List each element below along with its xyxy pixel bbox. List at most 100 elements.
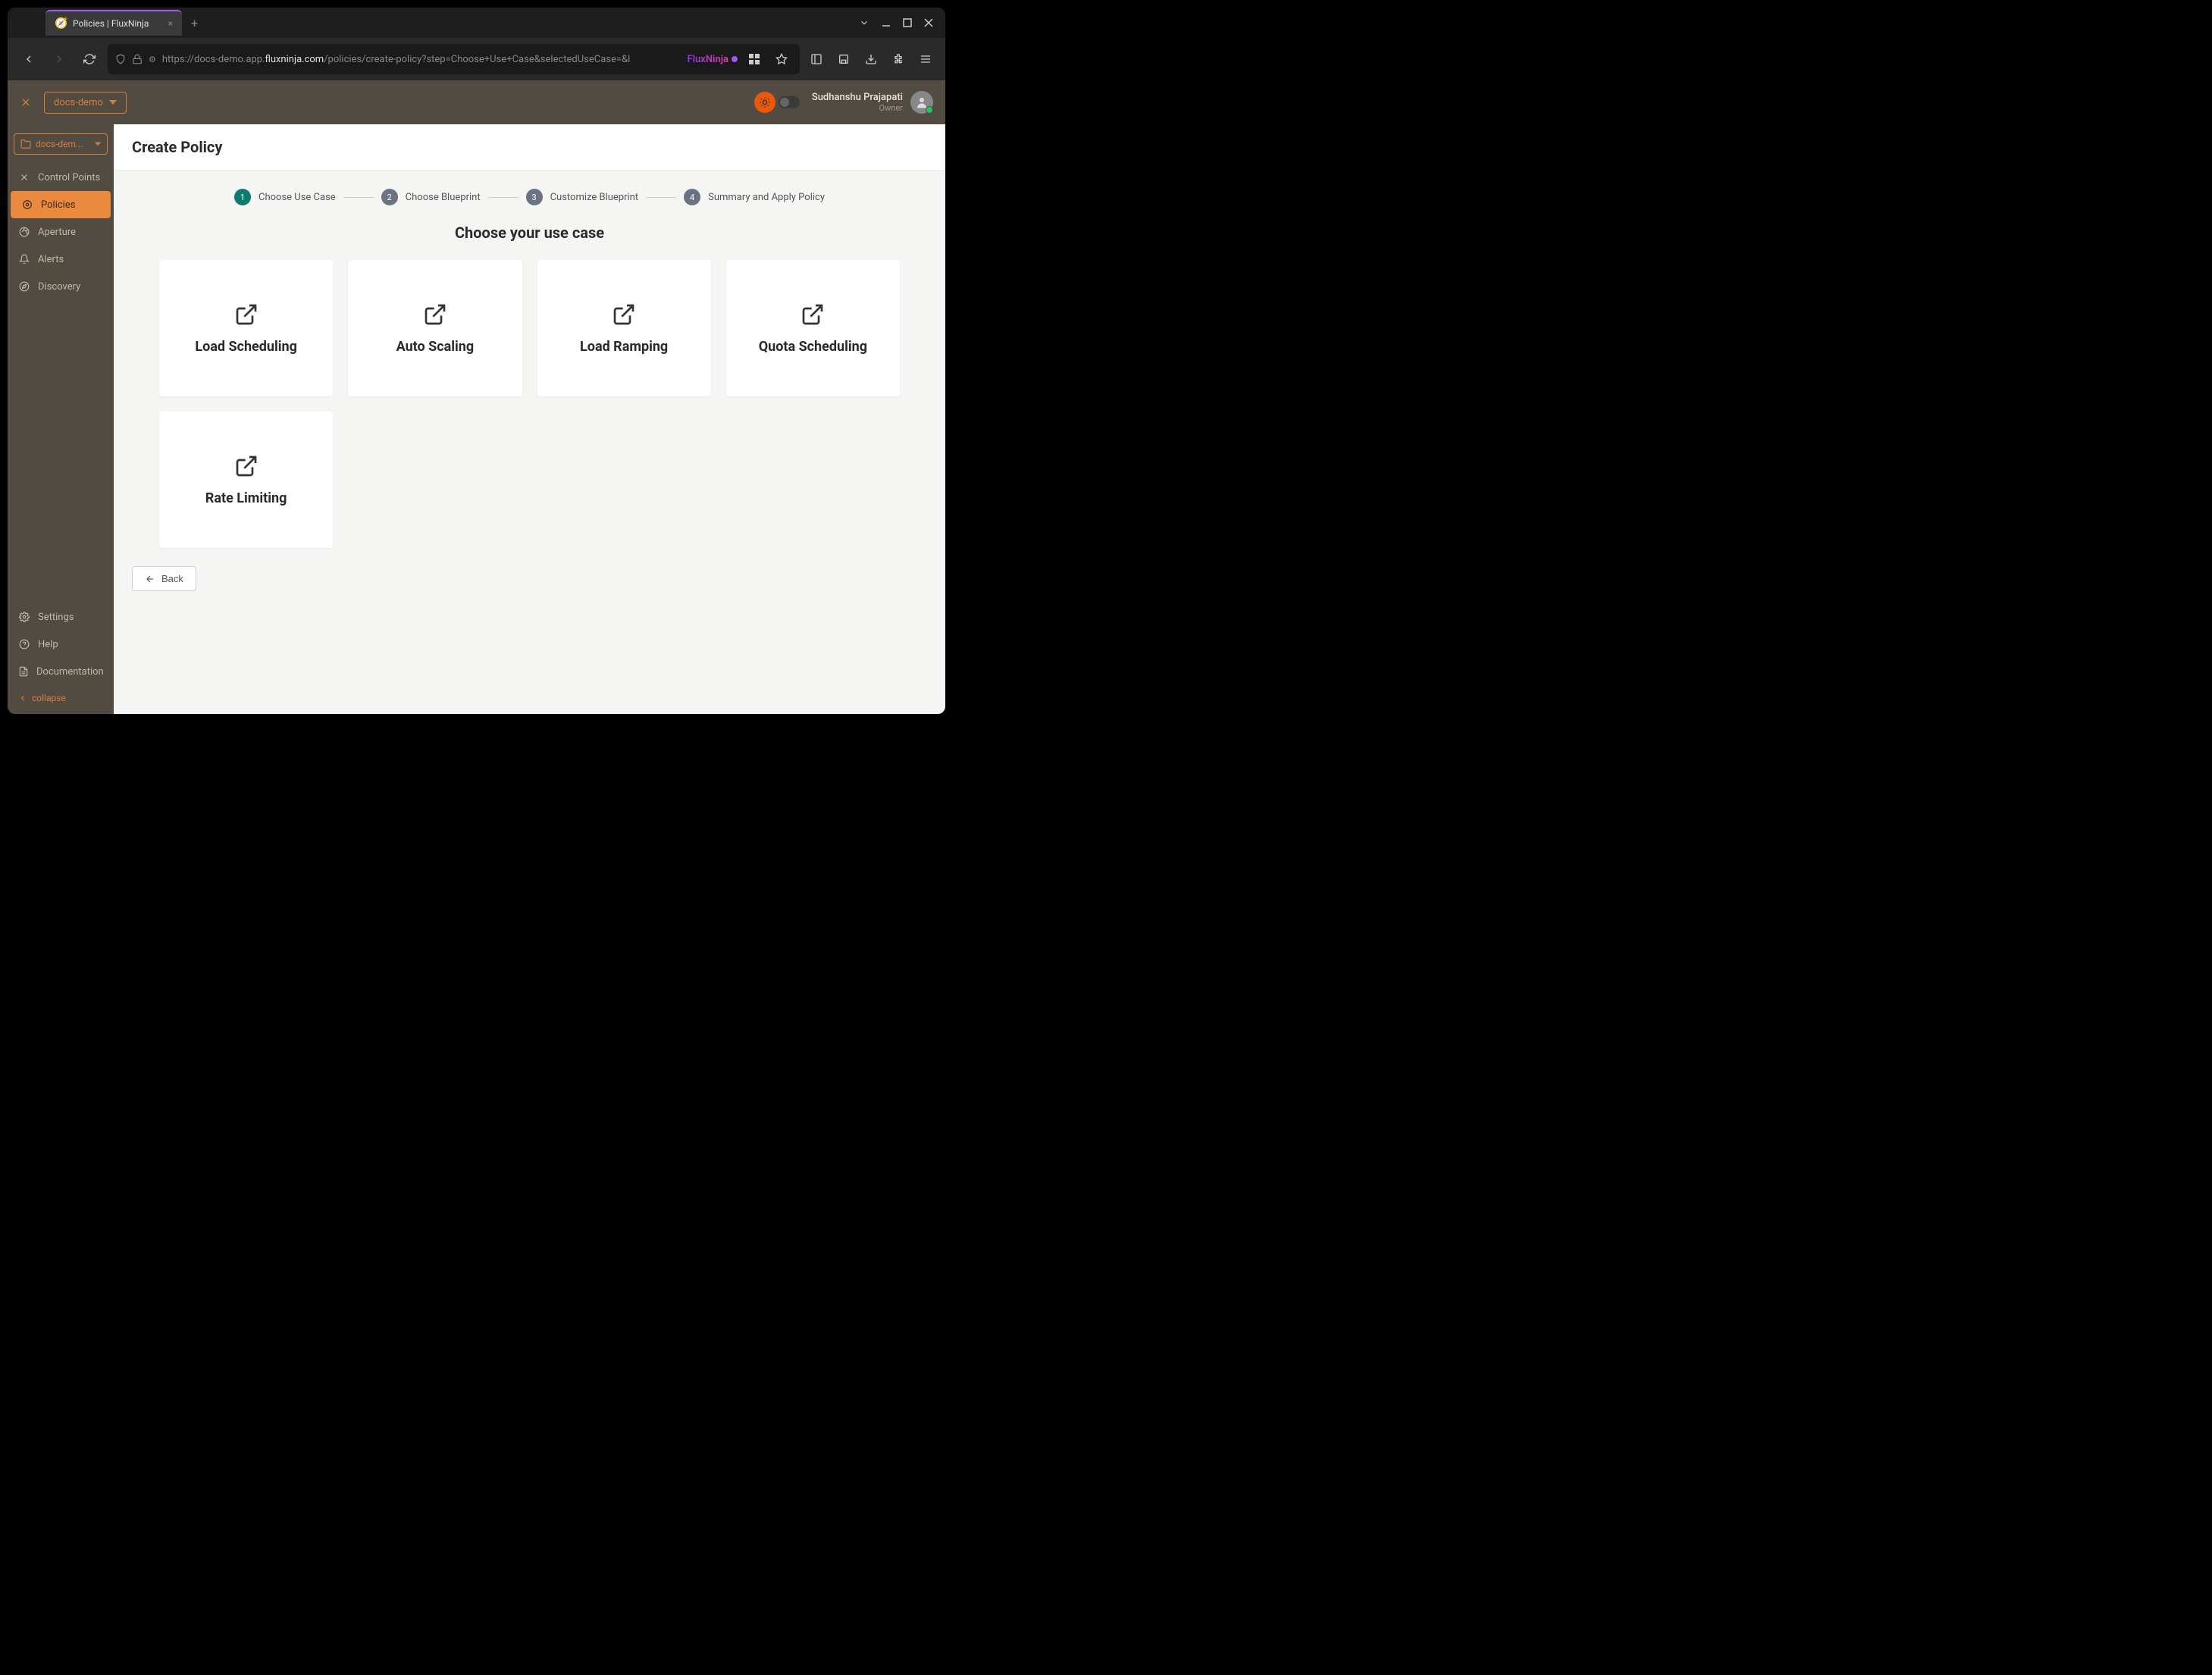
window-maximize-icon[interactable] [903, 18, 912, 27]
compass-icon [18, 280, 30, 293]
step-3[interactable]: 3 Customize Blueprint [526, 189, 639, 205]
shield-icon[interactable] [115, 54, 126, 64]
sidebar-item-label: Documentation [36, 666, 104, 678]
folder-icon [20, 139, 31, 149]
address-bar-row: ⚙ https://docs-demo.app.fluxninja.com/po… [8, 38, 945, 80]
step-label: Choose Blueprint [406, 192, 481, 203]
sidebar-item-control-points[interactable]: Control Points [8, 164, 114, 191]
user-info[interactable]: Sudhanshu Prajapati Owner [812, 91, 933, 114]
browser-forward-button[interactable] [47, 47, 71, 71]
use-case-grid: Load Scheduling Auto Scaling Load Rampin… [114, 260, 945, 548]
lock-icon[interactable] [132, 54, 143, 64]
step-connector [488, 197, 519, 198]
tab-title: Policies | FluxNinja [73, 18, 149, 29]
collapse-label: collapse [32, 693, 66, 703]
sidebar-item-label: Aperture [38, 227, 76, 238]
step-number: 4 [684, 189, 700, 205]
sidebar-item-documentation[interactable]: Documentation [8, 658, 114, 685]
reader-icon[interactable] [806, 49, 827, 70]
use-case-card-auto-scaling[interactable]: Auto Scaling [348, 260, 522, 396]
step-number: 2 [381, 189, 398, 205]
use-case-card-quota-scheduling[interactable]: Quota Scheduling [726, 260, 900, 396]
new-tab-button[interactable]: + [182, 10, 207, 36]
external-link-icon [801, 302, 825, 327]
chevron-down-icon [109, 99, 117, 106]
main-content: Create Policy 1 Choose Use Case 2 Choose… [114, 124, 945, 714]
document-icon [18, 665, 29, 678]
external-link-icon [612, 302, 636, 327]
step-4[interactable]: 4 Summary and Apply Policy [684, 189, 825, 205]
step-1[interactable]: 1 Choose Use Case [234, 189, 336, 205]
external-link-icon [234, 454, 258, 478]
grid-icon[interactable] [744, 49, 765, 70]
page-title: Create Policy [132, 138, 927, 156]
browser-back-button[interactable] [17, 47, 41, 71]
bookmark-icon[interactable] [771, 49, 792, 70]
content-header: Create Policy [114, 124, 945, 171]
download-icon[interactable] [860, 49, 882, 70]
permissions-icon[interactable]: ⚙ [149, 55, 156, 64]
step-label: Choose Use Case [258, 192, 336, 203]
sidebar-item-label: Policies [41, 199, 75, 211]
browser-tab-bar: 🧭 Policies | FluxNinja × + [8, 8, 945, 38]
step-label: Customize Blueprint [550, 192, 639, 203]
tab-close-icon[interactable]: × [168, 18, 173, 29]
section-title: Choose your use case [114, 224, 945, 242]
control-points-icon [18, 171, 30, 183]
sun-icon [754, 92, 775, 113]
sidebar-item-alerts[interactable]: Alerts [8, 246, 114, 273]
window-minimize-icon[interactable] [882, 18, 891, 27]
sidebar-item-policies[interactable]: Policies [11, 191, 111, 218]
app-header: docs-demo Sudhanshu Prajapati Owner [8, 80, 945, 124]
sidebar-item-label: Settings [38, 612, 74, 623]
step-label: Summary and Apply Policy [708, 192, 825, 203]
project-name: docs-demo [54, 97, 103, 108]
use-case-card-load-ramping[interactable]: Load Ramping [537, 260, 711, 396]
arrow-left-icon [145, 574, 155, 584]
step-connector [343, 197, 374, 198]
theme-toggle[interactable] [754, 92, 800, 113]
folder-selector[interactable]: docs-dem... [14, 133, 108, 155]
step-number: 1 [234, 189, 251, 205]
project-selector[interactable]: docs-demo [44, 92, 127, 114]
card-title: Load Scheduling [195, 339, 297, 355]
card-title: Rate Limiting [205, 490, 287, 506]
window-close-icon[interactable] [924, 18, 933, 27]
tabs-dropdown-icon[interactable] [859, 17, 869, 28]
sidebar-item-discovery[interactable]: Discovery [8, 273, 114, 300]
window-controls [859, 17, 945, 28]
card-title: Auto Scaling [396, 339, 475, 355]
sidebar-item-label: Help [38, 639, 58, 650]
browser-tab[interactable]: 🧭 Policies | FluxNinja × [45, 10, 182, 36]
bell-icon [18, 253, 30, 265]
sidebar-item-settings[interactable]: Settings [8, 603, 114, 631]
use-case-card-load-scheduling[interactable]: Load Scheduling [159, 260, 333, 396]
gear-icon [18, 611, 30, 623]
extensions-icon[interactable] [888, 49, 909, 70]
save-page-icon[interactable] [833, 49, 854, 70]
menu-icon[interactable] [915, 49, 936, 70]
browser-reload-button[interactable] [77, 47, 102, 71]
external-link-icon [234, 302, 258, 327]
back-button[interactable]: Back [132, 566, 196, 591]
folder-name: docs-dem... [36, 139, 90, 149]
sidebar-item-aperture[interactable]: Aperture [8, 218, 114, 246]
toggle-track [779, 96, 800, 108]
card-title: Quota Scheduling [759, 339, 867, 355]
sidebar-item-help[interactable]: Help [8, 631, 114, 658]
external-link-icon [423, 302, 447, 327]
card-title: Load Ramping [580, 339, 668, 355]
use-case-card-rate-limiting[interactable]: Rate Limiting [159, 412, 333, 548]
step-2[interactable]: 2 Choose Blueprint [381, 189, 481, 205]
sidebar-item-label: Alerts [38, 254, 64, 265]
sidebar-collapse-button[interactable]: collapse [8, 685, 114, 711]
tab-favicon-icon: 🧭 [55, 17, 67, 30]
chevron-left-icon [18, 693, 27, 703]
step-number: 3 [526, 189, 543, 205]
sidebar-item-label: Discovery [38, 281, 80, 293]
sidebar-item-label: Control Points [38, 172, 100, 183]
user-role: Owner [812, 103, 903, 113]
address-bar[interactable]: ⚙ https://docs-demo.app.fluxninja.com/po… [108, 44, 800, 74]
header-close-button[interactable] [20, 96, 32, 108]
step-connector [646, 197, 676, 198]
